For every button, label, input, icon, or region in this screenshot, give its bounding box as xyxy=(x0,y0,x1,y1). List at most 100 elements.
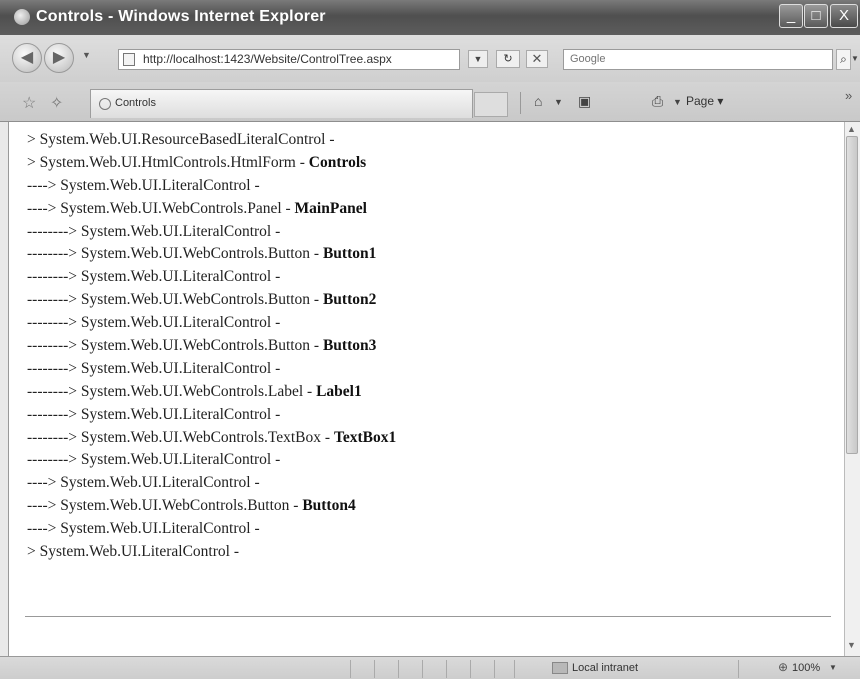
control-tree: > System.Web.UI.ResourceBasedLiteralCont… xyxy=(27,131,396,566)
control-type: System.Web.UI.WebControls.Panel - xyxy=(60,199,295,217)
control-id: Button4 xyxy=(302,497,356,515)
tree-line: ----> System.Web.UI.LiteralControl - xyxy=(27,520,396,543)
scroll-down-icon[interactable]: ▼ xyxy=(847,640,856,650)
page-content: > System.Web.UI.ResourceBasedLiteralCont… xyxy=(8,122,844,656)
tree-line: > System.Web.UI.LiteralControl - xyxy=(27,543,396,566)
tree-line: ----> System.Web.UI.LiteralControl - xyxy=(27,474,396,497)
back-button[interactable]: ◀ xyxy=(12,43,42,73)
search-input[interactable] xyxy=(568,52,822,66)
close-button[interactable]: X xyxy=(830,4,858,28)
page-menu[interactable]: Page ▾ xyxy=(686,94,723,108)
control-type: System.Web.UI.WebControls.Button - xyxy=(80,291,323,309)
tree-line: --------> System.Web.UI.LiteralControl - xyxy=(27,360,396,383)
status-divider xyxy=(422,660,423,678)
zoom-icon[interactable]: ⊕ xyxy=(778,660,788,674)
add-favorites-icon[interactable]: ✧ xyxy=(50,93,63,113)
tree-prefix: ----> xyxy=(27,497,61,515)
tree-prefix: ----> xyxy=(27,199,61,217)
star-icon[interactable]: ☆ xyxy=(22,93,36,113)
page-icon xyxy=(123,53,135,66)
title-bar[interactable]: Controls - Windows Internet Explorer _ □… xyxy=(0,0,860,35)
zoom-dropdown-icon[interactable]: ▼ xyxy=(829,663,837,672)
print-dropdown-icon[interactable]: ▼ xyxy=(673,97,682,107)
home-icon[interactable]: ⌂ xyxy=(534,93,542,109)
control-id: Button1 xyxy=(322,245,377,263)
control-type: System.Web.UI.LiteralControl - xyxy=(80,314,281,332)
security-zone[interactable]: Local intranet xyxy=(572,662,638,674)
browser-window: Controls - Windows Internet Explorer _ □… xyxy=(0,0,860,679)
control-type: System.Web.UI.ResourceBasedLiteralContro… xyxy=(39,131,335,148)
maximize-button[interactable]: □ xyxy=(804,4,828,28)
tree-line: --------> System.Web.UI.LiteralControl - xyxy=(27,451,396,474)
status-divider xyxy=(514,660,515,678)
tree-prefix: --------> xyxy=(27,451,81,469)
ie-logo-icon xyxy=(14,9,30,25)
tree-prefix: --------> xyxy=(27,314,81,332)
tree-prefix: ----> xyxy=(27,474,61,492)
status-divider xyxy=(398,660,399,678)
scroll-thumb[interactable] xyxy=(846,136,858,454)
search-box[interactable] xyxy=(563,49,833,70)
tree-line: --------> System.Web.UI.LiteralControl - xyxy=(27,406,396,429)
control-id: MainPanel xyxy=(294,199,367,217)
address-dropdown-icon[interactable]: ▼ xyxy=(468,50,488,68)
tree-prefix: ----> xyxy=(27,176,61,194)
status-divider xyxy=(470,660,471,678)
tree-line: --------> System.Web.UI.LiteralControl - xyxy=(27,314,396,337)
horizontal-rule xyxy=(25,616,831,617)
history-dropdown-icon[interactable]: ▼ xyxy=(82,50,91,60)
control-type: System.Web.UI.WebControls.TextBox - xyxy=(80,428,334,446)
control-id: Button3 xyxy=(322,337,377,355)
address-url[interactable]: http://localhost:1423/Website/ControlTre… xyxy=(143,52,392,66)
tree-line: > System.Web.UI.ResourceBasedLiteralCont… xyxy=(27,131,396,154)
control-id: TextBox1 xyxy=(333,428,397,446)
control-type: System.Web.UI.LiteralControl - xyxy=(80,359,281,377)
print-icon[interactable]: ⎙ xyxy=(652,93,663,110)
forward-button[interactable]: ▶ xyxy=(44,43,74,73)
control-type: System.Web.UI.LiteralControl - xyxy=(39,543,239,561)
tree-line: ----> System.Web.UI.LiteralControl - xyxy=(27,177,396,200)
tree-line: --------> System.Web.UI.LiteralControl - xyxy=(27,268,396,291)
status-divider xyxy=(738,660,739,678)
control-type: System.Web.UI.LiteralControl - xyxy=(80,268,281,286)
tree-prefix: --------> xyxy=(27,291,81,309)
tree-prefix: --------> xyxy=(27,405,81,423)
control-type: System.Web.UI.LiteralControl - xyxy=(80,405,281,423)
toolbar-overflow-icon[interactable]: » xyxy=(845,88,852,103)
feeds-icon[interactable]: ▣ xyxy=(578,93,591,110)
tree-line: --------> System.Web.UI.WebControls.Labe… xyxy=(27,383,396,406)
control-type: System.Web.UI.WebControls.Label - xyxy=(80,382,317,400)
control-id: Label1 xyxy=(316,382,362,400)
status-divider xyxy=(446,660,447,678)
control-id: Button2 xyxy=(322,291,377,309)
scroll-up-icon[interactable]: ▲ xyxy=(847,124,856,134)
tree-line: ----> System.Web.UI.WebControls.Panel - … xyxy=(27,200,396,223)
control-type: System.Web.UI.LiteralControl - xyxy=(80,451,281,469)
network-icon xyxy=(552,662,568,674)
control-type: System.Web.UI.LiteralControl - xyxy=(60,520,260,538)
address-bar[interactable]: http://localhost:1423/Website/ControlTre… xyxy=(118,49,460,70)
home-dropdown-icon[interactable]: ▼ xyxy=(554,97,563,107)
vertical-scrollbar[interactable]: ▲ ▼ xyxy=(844,122,860,656)
refresh-button[interactable]: ↻ xyxy=(496,50,520,68)
tree-line: > System.Web.UI.HtmlControls.HtmlForm - … xyxy=(27,154,396,177)
zoom-level[interactable]: 100% xyxy=(792,662,820,674)
search-options-dropdown-icon[interactable]: ▼ xyxy=(851,49,860,70)
search-icon[interactable]: ⌕ xyxy=(836,49,851,70)
stop-button[interactable]: ✕ xyxy=(526,50,548,68)
ie-page-icon xyxy=(99,98,111,110)
tree-prefix: ----> xyxy=(27,520,61,538)
control-id: Controls xyxy=(308,153,367,171)
status-divider xyxy=(494,660,495,678)
tree-prefix: --------> xyxy=(27,428,81,446)
tree-prefix: > xyxy=(27,153,40,171)
status-bar: Local intranet ⊕ 100% ▼ xyxy=(0,656,860,679)
tree-prefix: --------> xyxy=(27,337,81,355)
status-divider xyxy=(374,660,375,678)
tab-controls[interactable]: Controls xyxy=(90,89,473,118)
control-type: System.Web.UI.WebControls.Button - xyxy=(60,497,303,515)
new-tab-button[interactable] xyxy=(474,92,508,117)
tree-prefix: --------> xyxy=(27,382,81,400)
minimize-button[interactable]: _ xyxy=(779,4,803,28)
tree-line: --------> System.Web.UI.WebControls.Butt… xyxy=(27,291,396,314)
